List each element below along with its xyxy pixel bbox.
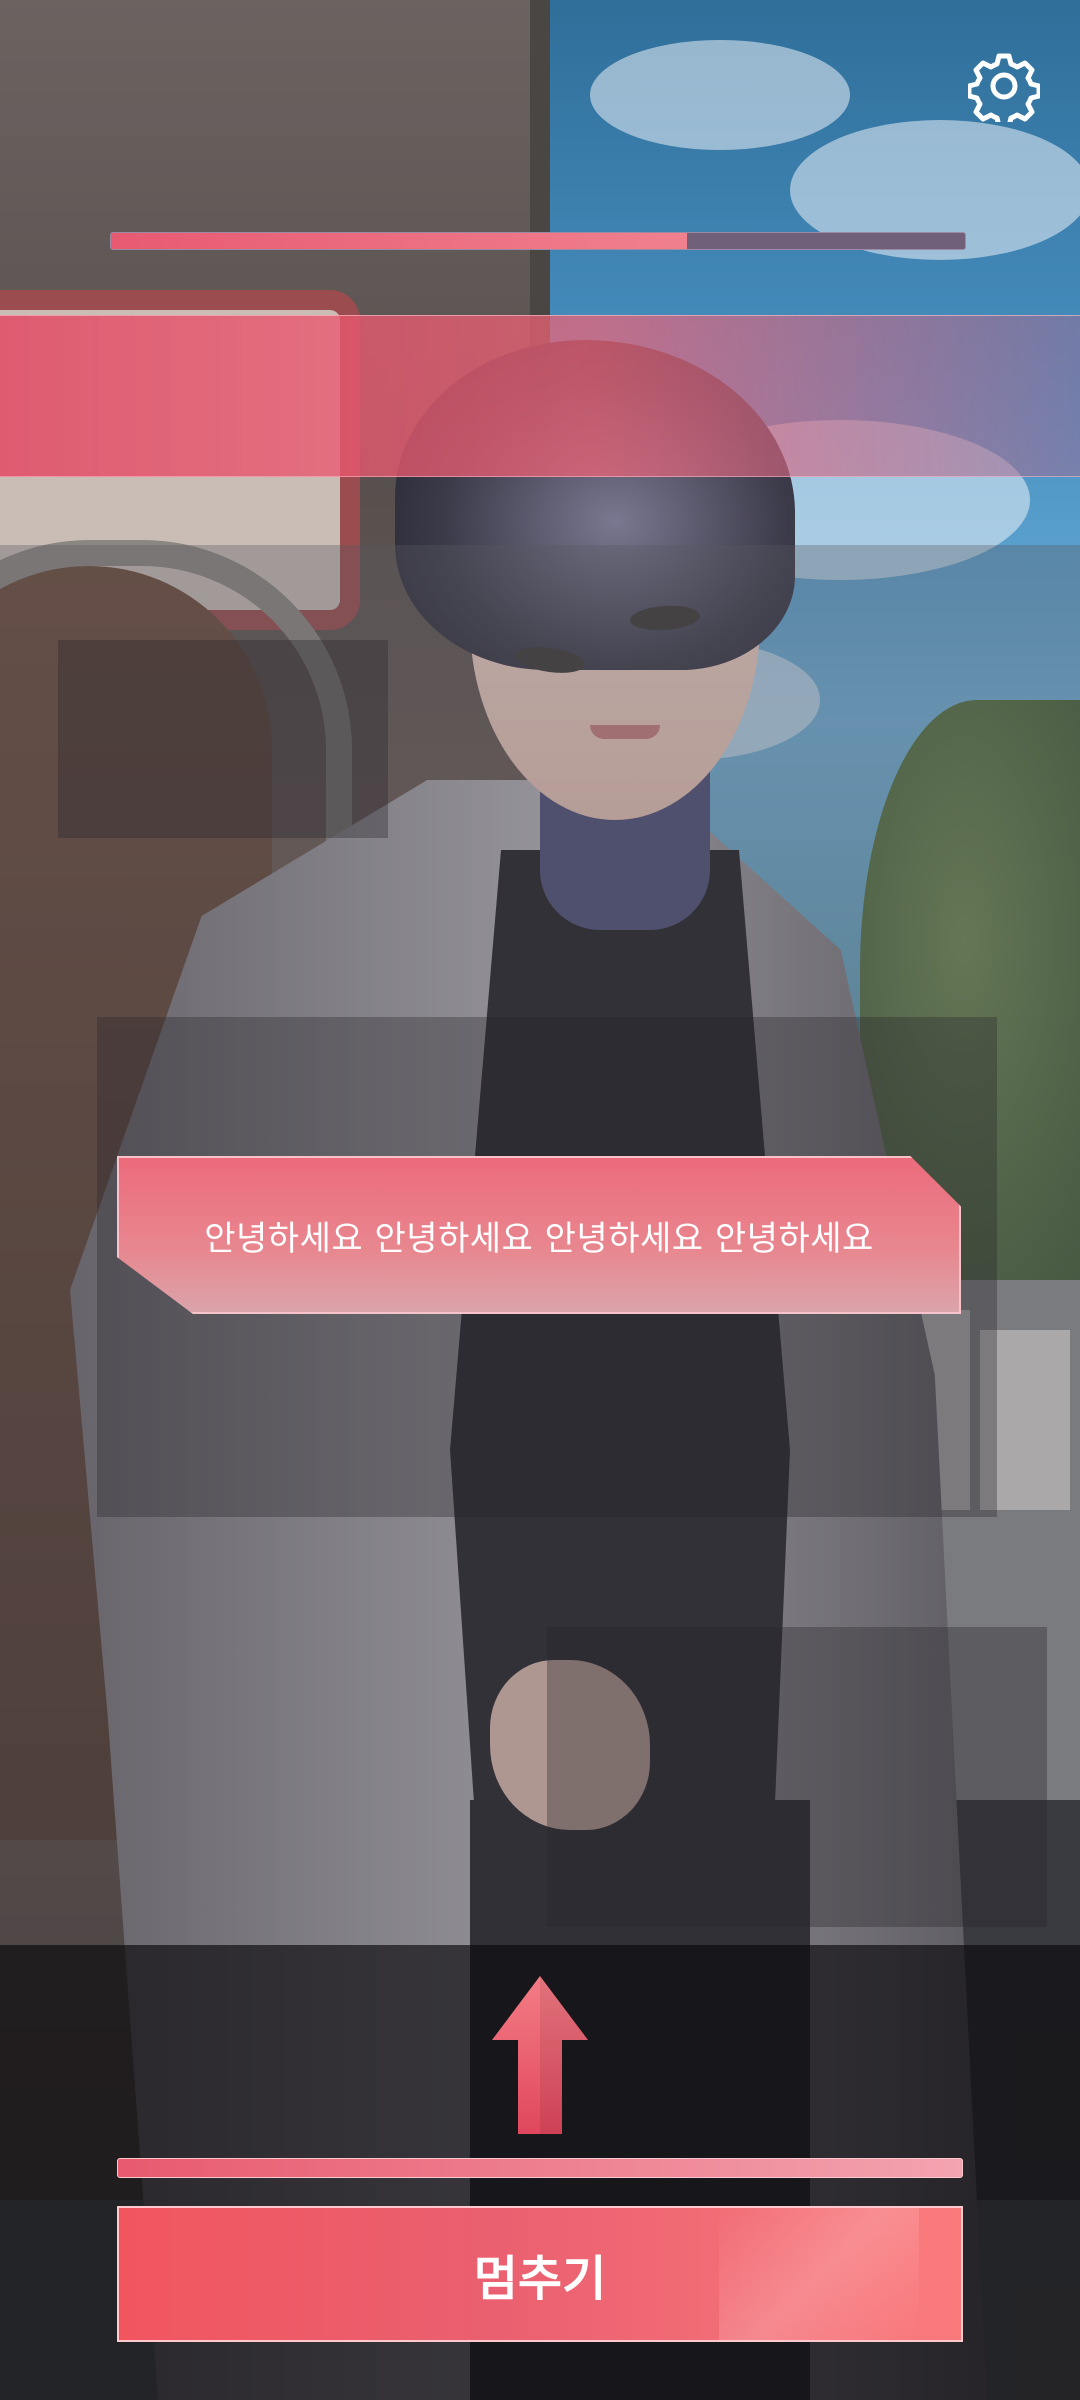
story-progress-bar (110, 232, 966, 250)
overlay-panel-1 (58, 640, 388, 838)
dialogue-text: 안녕하세요 안녕하세요 안녕하세요 안녕하세요 (204, 1218, 874, 1259)
gear-icon (966, 53, 1042, 129)
timing-bar (117, 2158, 963, 2178)
dialogue-bubble[interactable]: 안녕하세요 안녕하세요 안녕하세요 안녕하세요 (117, 1156, 961, 1314)
stop-button[interactable]: 멈추기 (117, 2206, 963, 2342)
up-arrow-icon (492, 1976, 588, 2134)
stop-button-label: 멈추기 (473, 2251, 607, 2307)
name-banner (0, 315, 1080, 477)
overlay-panel-3 (547, 1627, 1047, 1927)
settings-button[interactable] (966, 50, 1042, 129)
story-progress-fill (111, 233, 688, 249)
up-arrow-button[interactable] (490, 1974, 590, 2136)
stop-button-shine (719, 2208, 919, 2340)
